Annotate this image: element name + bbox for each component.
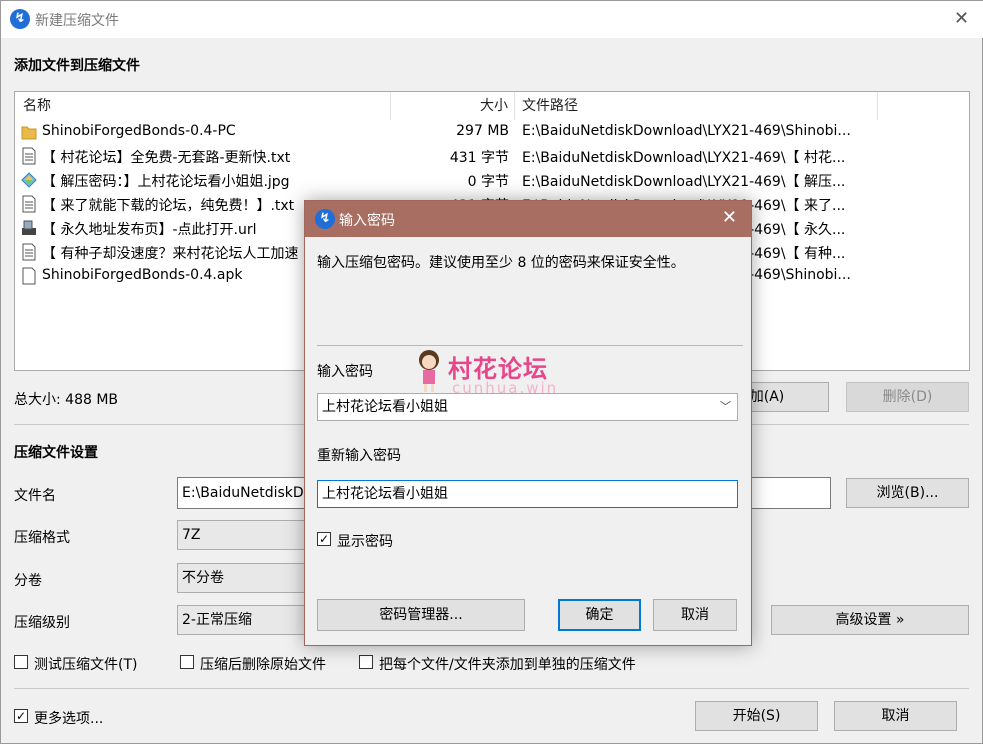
file-icon (22, 267, 36, 285)
file-row[interactable]: 【 村花论坛】全免费-无套路-更新快.txt 431 字节 E:\BaiduNe… (15, 144, 969, 168)
image-file-icon (21, 172, 37, 188)
file-size: 297 MB (456, 123, 509, 139)
volume-select[interactable]: 不分卷 (177, 563, 317, 593)
text-file-icon (22, 195, 36, 213)
dialog-title-bar: ↯ 输入密码 ✕ (305, 201, 751, 237)
column-separator[interactable] (877, 92, 878, 120)
format-select[interactable]: 7Z (177, 520, 317, 550)
dialog-cancel-button[interactable]: 取消 (653, 599, 737, 631)
settings-heading: 压缩文件设置 (14, 445, 98, 461)
divider (317, 345, 743, 346)
file-name: 【 村花论坛】全免费-无套路-更新快.txt (42, 150, 291, 166)
column-header-name[interactable]: 名称 (23, 92, 51, 120)
reenter-password-input[interactable]: 上村花论坛看小姐姐 (317, 480, 738, 508)
password-combo[interactable]: 上村花论坛看小姐姐 ﹀ (317, 393, 738, 421)
file-name: ShinobiForgedBonds-0.4.apk (42, 267, 243, 283)
chevron-down-icon[interactable]: ﹀ (720, 394, 731, 420)
file-name: 【 来了就能下载的论坛，纯免费！】.txt (42, 198, 295, 214)
dialog-title: 输入密码 (339, 213, 395, 229)
window-title: 新建压缩文件 (35, 13, 119, 29)
total-size: 总大小: 488 MB (14, 392, 119, 408)
close-icon[interactable]: ✕ (722, 207, 737, 228)
file-row[interactable]: 【 解压密码：】上村花论坛看小姐姐.jpg 0 字节 E:\BaiduNetdi… (15, 168, 969, 192)
level-select[interactable]: 2-正常压缩 (177, 605, 317, 635)
password-value: 上村花论坛看小姐姐 (322, 399, 448, 415)
format-label: 压缩格式 (14, 530, 70, 546)
file-name: 【 永久地址发布页】-点此打开.url (42, 222, 257, 238)
app-logo-icon: ↯ (315, 209, 335, 229)
file-path: E:\BaiduNetdiskDownload\LYX21-469\【 解压..… (522, 174, 846, 190)
more-options-label[interactable]: 更多选项... (34, 708, 103, 728)
filename-label: 文件名 (14, 488, 56, 504)
test-archive-label[interactable]: 测试压缩文件(T) (34, 654, 137, 674)
password-manager-button[interactable]: 密码管理器... (317, 599, 525, 631)
more-options-checkbox[interactable]: ✓ (14, 709, 28, 723)
show-password-label[interactable]: 显示密码 (337, 531, 393, 551)
level-label: 压缩级别 (14, 615, 70, 631)
file-path: E:\BaiduNetdiskDownload\LYX21-469\Shinob… (522, 123, 851, 139)
file-path: E:\BaiduNetdiskDownload\LYX21-469\【 村花..… (522, 150, 846, 166)
test-archive-checkbox[interactable] (14, 655, 28, 669)
column-header-size[interactable]: 大小 (480, 92, 508, 120)
column-separator[interactable] (390, 92, 391, 120)
advanced-settings-button[interactable]: 高级设置 » (771, 605, 969, 635)
file-size: 0 字节 (467, 174, 509, 190)
file-size: 431 字节 (449, 150, 509, 166)
file-row[interactable]: ShinobiForgedBonds-0.4-PC 297 MB E:\Baid… (15, 120, 969, 144)
browse-button[interactable]: 浏览(B)... (846, 478, 969, 508)
password-dialog: ↯ 输入密码 ✕ 输入压缩包密码。建议使用至少 8 位的密码来保证安全性。 输入… (304, 200, 752, 646)
password-label: 输入密码 (317, 364, 373, 380)
file-name: ShinobiForgedBonds-0.4-PC (42, 123, 236, 139)
reenter-label: 重新输入密码 (317, 448, 401, 464)
cancel-button[interactable]: 取消 (834, 701, 957, 731)
app-logo-icon: ↯ (10, 9, 30, 29)
title-bar: ↯ 新建压缩文件 ✕ (1, 1, 983, 38)
close-icon[interactable]: ✕ (954, 8, 969, 29)
dialog-instruction: 输入压缩包密码。建议使用至少 8 位的密码来保证安全性。 (317, 255, 685, 271)
volume-label: 分卷 (14, 573, 42, 589)
delete-after-checkbox[interactable] (180, 655, 194, 669)
delete-after-label[interactable]: 压缩后删除原始文件 (200, 654, 326, 674)
delete-button[interactable]: 删除(D) (846, 382, 969, 412)
column-separator[interactable] (514, 92, 515, 120)
text-file-icon (22, 147, 36, 165)
add-section-heading: 添加文件到压缩文件 (14, 58, 140, 74)
separate-archives-checkbox[interactable] (359, 655, 373, 669)
text-file-icon (22, 243, 36, 261)
file-name: 【 解压密码：】上村花论坛看小姐姐.jpg (42, 174, 290, 190)
start-button[interactable]: 开始(S) (695, 701, 818, 731)
show-password-checkbox[interactable]: ✓ (317, 532, 331, 546)
folder-icon (21, 126, 37, 140)
column-header-path[interactable]: 文件路径 (522, 92, 578, 120)
file-name: 【 有种子却没速度？来村花论坛人工加速 (42, 246, 299, 262)
divider (14, 688, 969, 689)
separate-archives-label[interactable]: 把每个文件/文件夹添加到单独的压缩文件 (379, 654, 636, 674)
ok-button[interactable]: 确定 (558, 599, 641, 631)
url-file-icon (22, 220, 36, 235)
